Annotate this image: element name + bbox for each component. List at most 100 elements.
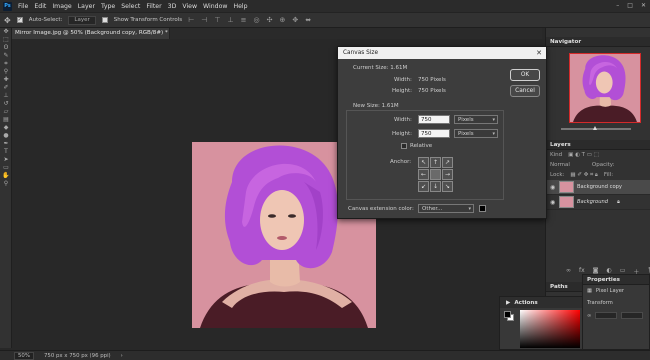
zoom-level-field[interactable]: 50%: [14, 351, 34, 360]
pixel-layer-row: ▦ Pixel Layer: [583, 285, 649, 297]
anchor-top-left[interactable]: ↖: [418, 157, 429, 168]
link-icon[interactable]: ∞: [587, 313, 591, 319]
blur-tool-icon[interactable]: ◆: [0, 124, 12, 132]
menu-select[interactable]: Select: [121, 3, 140, 10]
navigator-thumbnail[interactable]: [569, 53, 641, 123]
anchor-bottom-right[interactable]: ↘: [442, 181, 453, 192]
dialog-close-icon[interactable]: ✕: [536, 47, 542, 59]
navigator-zoom-slider[interactable]: [551, 126, 646, 131]
brush-tool-icon[interactable]: ✐: [0, 84, 12, 92]
menu-image[interactable]: Image: [52, 3, 71, 10]
filter-kind-dropdown[interactable]: Kind: [550, 152, 562, 158]
actions-panel-title[interactable]: Actions: [514, 300, 537, 306]
visibility-eye-icon[interactable]: ◉: [550, 199, 556, 206]
extension-color-swatch[interactable]: [479, 205, 486, 212]
hand-tool-icon[interactable]: ✋: [0, 172, 12, 180]
blend-mode-dropdown[interactable]: Normal: [550, 162, 570, 168]
align-left-icon[interactable]: ⊢: [188, 16, 194, 24]
marquee-tool-icon[interactable]: ⬚: [0, 36, 12, 44]
color-swatches[interactable]: [504, 311, 514, 321]
3d-slide-icon[interactable]: ⬌: [305, 16, 311, 24]
dodge-tool-icon[interactable]: ●: [0, 132, 12, 140]
gradient-tool-icon[interactable]: ▤: [0, 116, 12, 124]
menu-help[interactable]: Help: [233, 3, 247, 10]
anchor-right[interactable]: →: [442, 169, 453, 180]
anchor-center[interactable]: [430, 169, 441, 180]
dialog-titlebar[interactable]: Canvas Size ✕: [338, 47, 546, 59]
transform-h-field[interactable]: [621, 312, 644, 319]
layers-panel-title[interactable]: Layers: [546, 140, 650, 150]
lock-icons[interactable]: ▦ ✐ ✥ ⌗ 🔒︎: [570, 172, 597, 179]
3d-rotate-icon[interactable]: ✣: [267, 16, 273, 24]
anchor-bottom[interactable]: ↓: [430, 181, 441, 192]
maximize-icon[interactable]: □: [627, 2, 633, 9]
lasso-tool-icon[interactable]: ʘ: [0, 44, 12, 52]
menu-window[interactable]: Window: [203, 3, 227, 10]
document-tab[interactable]: Mirror Image.jpg @ 50% (Background copy,…: [12, 28, 170, 39]
3d-mode-icon[interactable]: ◎: [254, 16, 260, 24]
transform-w-field[interactable]: [595, 312, 618, 319]
link-layers-icon[interactable]: ∞: [566, 267, 571, 277]
visibility-eye-icon[interactable]: ◉: [550, 184, 556, 191]
anchor-top[interactable]: ↑: [430, 157, 441, 168]
layer-thumbnail: [559, 181, 574, 193]
filter-icons[interactable]: ▣ ◐ T ▭ ⬚: [568, 152, 599, 158]
new-size-label: New Size: 1.61M: [353, 103, 399, 109]
width-unit-dropdown[interactable]: Pixels ▾: [454, 115, 498, 124]
relative-checkbox[interactable]: [401, 143, 407, 149]
eraser-tool-icon[interactable]: ▱: [0, 108, 12, 116]
height-input[interactable]: 750: [418, 129, 450, 138]
transform-row: Transform: [583, 297, 649, 309]
width-input[interactable]: 750: [418, 115, 450, 124]
auto-select-dropdown[interactable]: Layer: [68, 15, 96, 25]
lock-row: Lock: ▦ ✐ ✥ ⌗ 🔒︎ Fill:: [546, 170, 650, 180]
history-brush-tool-icon[interactable]: ↺: [0, 100, 12, 108]
foreground-color-swatch[interactable]: [504, 311, 511, 318]
anchor-left[interactable]: ←: [418, 169, 429, 180]
quick-select-tool-icon[interactable]: ✎: [0, 52, 12, 60]
zoom-tool-icon[interactable]: ⚲: [0, 180, 12, 188]
move-tool-icon[interactable]: ✥: [4, 16, 11, 25]
cancel-button[interactable]: Cancel: [510, 85, 540, 97]
stamp-tool-icon[interactable]: ⊥: [0, 92, 12, 100]
minimize-icon[interactable]: –: [616, 2, 619, 9]
shape-tool-icon[interactable]: ▭: [0, 164, 12, 172]
color-picker-field[interactable]: [520, 310, 580, 348]
layer-row-background-copy[interactable]: ◉ Background copy: [546, 180, 650, 195]
menu-type[interactable]: Type: [101, 3, 115, 10]
anchor-bottom-left[interactable]: ↙: [418, 181, 429, 192]
extension-color-dropdown[interactable]: Other... ▾: [418, 204, 474, 213]
align-right-icon[interactable]: ⊤: [214, 16, 220, 24]
height-unit-value: Pixels: [458, 131, 474, 137]
align-center-icon[interactable]: ⊣: [201, 16, 207, 24]
menu-layer[interactable]: Layer: [78, 3, 95, 10]
navigator-panel-title[interactable]: Navigator: [546, 37, 650, 47]
menu-filter[interactable]: Filter: [146, 3, 161, 10]
ok-button[interactable]: OK: [510, 69, 540, 81]
close-icon[interactable]: ✕: [641, 2, 646, 9]
menu-edit[interactable]: Edit: [34, 3, 46, 10]
pen-tool-icon[interactable]: ✒: [0, 140, 12, 148]
path-select-tool-icon[interactable]: ➤: [0, 156, 12, 164]
zoom-slider-knob[interactable]: [593, 126, 597, 130]
auto-select-checkbox[interactable]: ✓: [16, 17, 23, 23]
play-icon[interactable]: ▶: [506, 300, 510, 306]
crop-tool-icon[interactable]: ⌗: [0, 60, 12, 68]
healing-tool-icon[interactable]: ✚: [0, 76, 12, 84]
3d-pan-icon[interactable]: ✥: [292, 16, 298, 24]
status-arrow-icon[interactable]: ›: [121, 353, 123, 359]
height-unit-dropdown[interactable]: Pixels ▾: [454, 129, 498, 138]
type-tool-icon[interactable]: T: [0, 148, 12, 156]
distribute-icon[interactable]: ≡: [241, 16, 247, 24]
anchor-top-right[interactable]: ↗: [442, 157, 453, 168]
properties-panel-title[interactable]: Properties: [583, 275, 649, 285]
layer-row-background[interactable]: ◉ Background 🔒︎: [546, 195, 650, 210]
3d-roll-icon[interactable]: ⊕: [279, 16, 285, 24]
menu-3d[interactable]: 3D: [168, 3, 177, 10]
menu-view[interactable]: View: [182, 3, 197, 10]
align-top-icon[interactable]: ⊥: [228, 16, 234, 24]
menu-file[interactable]: File: [18, 3, 28, 10]
eyedropper-tool-icon[interactable]: ⚲: [0, 68, 12, 76]
show-transform-checkbox[interactable]: [101, 17, 108, 23]
move-tool-icon[interactable]: ✥: [0, 28, 12, 36]
